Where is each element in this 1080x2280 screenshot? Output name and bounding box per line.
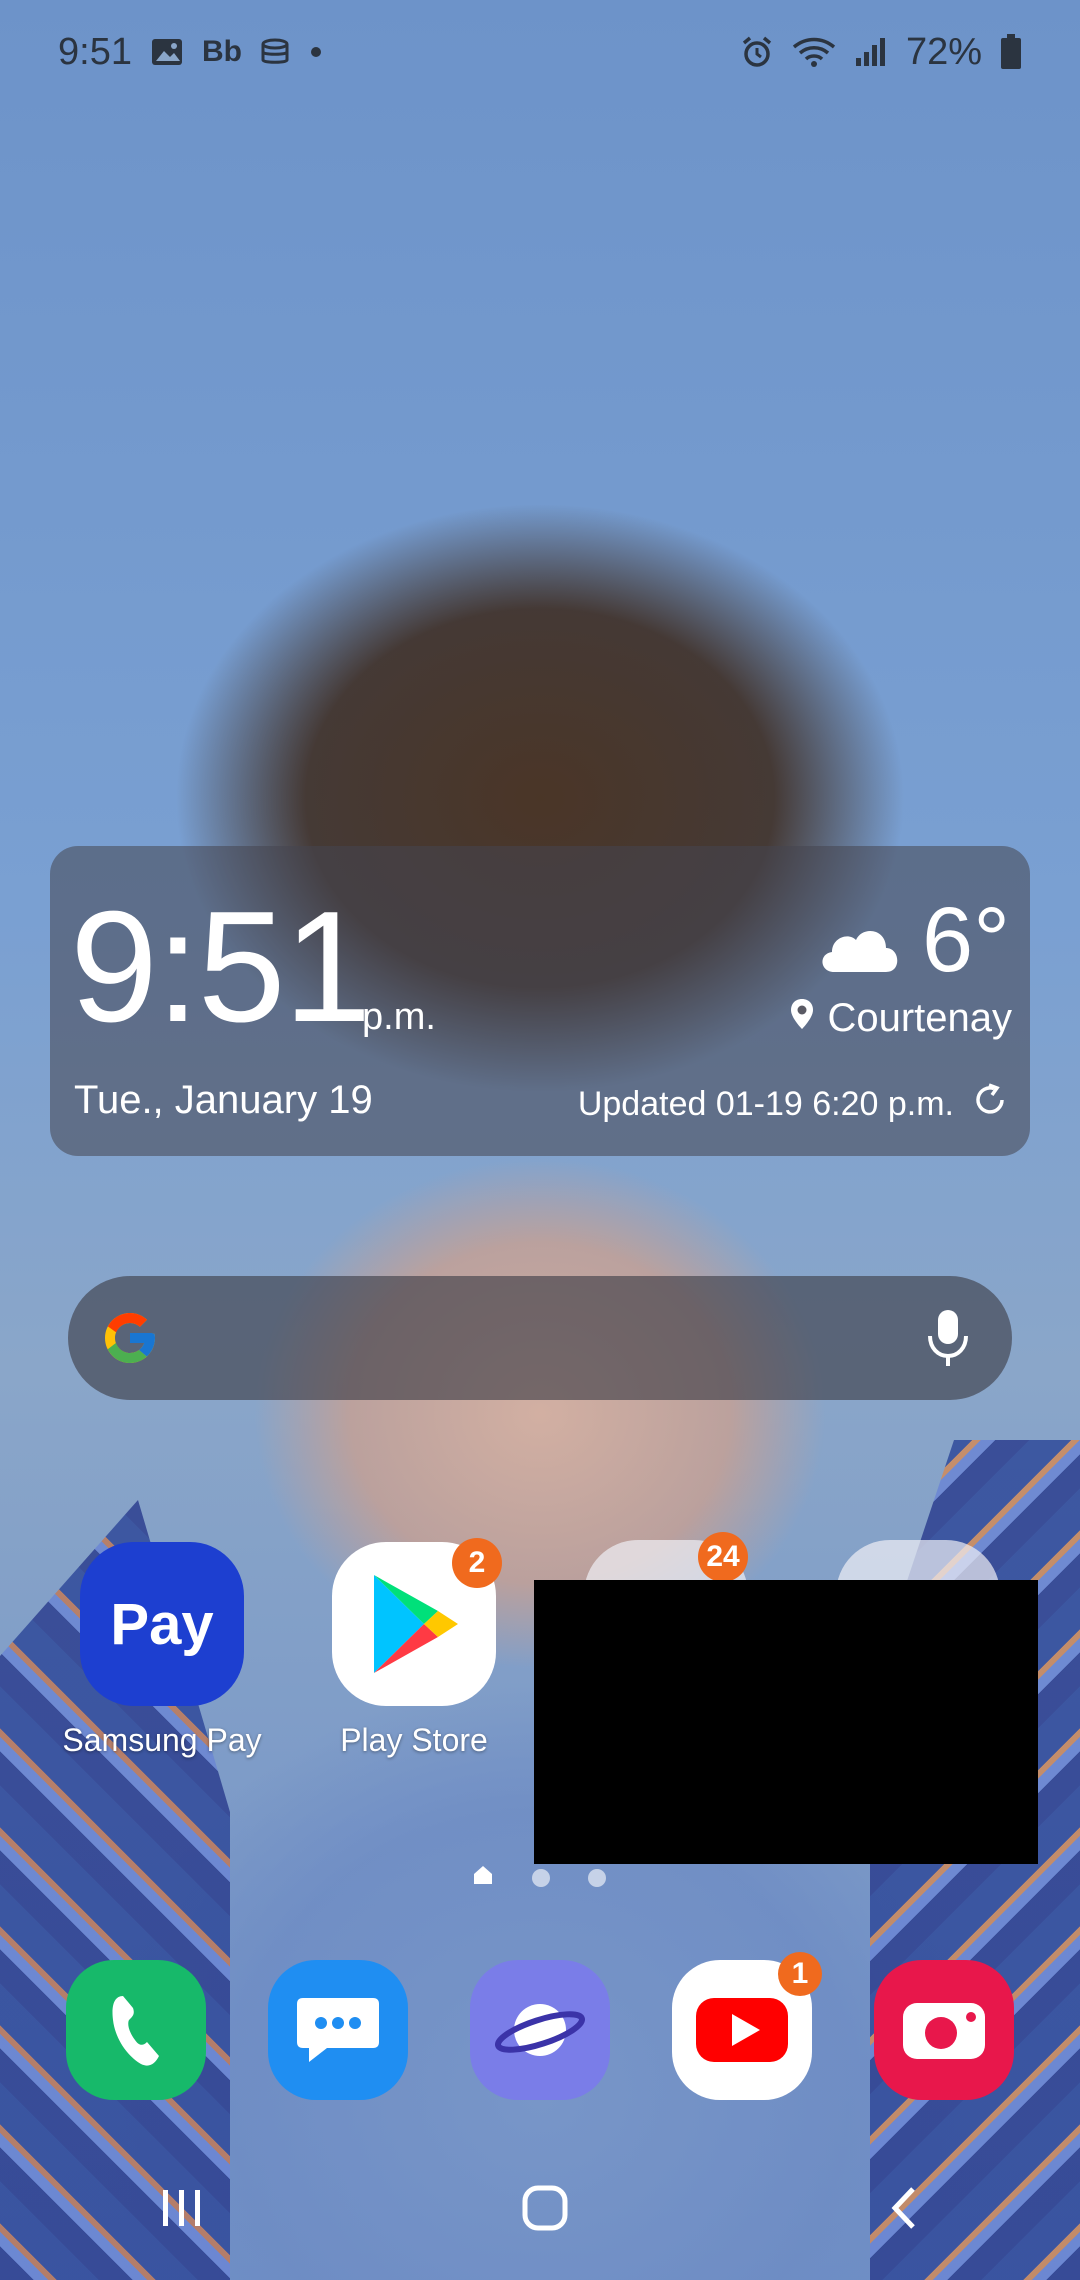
signal-icon — [854, 36, 888, 68]
dock: 1 — [66, 1952, 1014, 2100]
recents-button[interactable] — [157, 2186, 207, 2235]
app-play-store[interactable]: 2 Play Store — [314, 1538, 514, 1759]
samsung-pay-icon: Pay — [80, 1542, 244, 1706]
back-button[interactable] — [883, 2183, 923, 2238]
internet-app-icon[interactable] — [470, 1960, 610, 2100]
app-samsung-pay[interactable]: Pay Samsung Pay — [62, 1542, 262, 1759]
app-label: Samsung Pay — [62, 1722, 262, 1758]
widget-ampm: p.m. — [362, 996, 436, 1038]
battery-percent: 72% — [905, 30, 982, 73]
play-store-icon: 2 — [332, 1538, 502, 1706]
redacted-region — [534, 1580, 1038, 1864]
refresh-icon[interactable] — [972, 1082, 1008, 1127]
storage-icon — [260, 38, 290, 66]
youtube-app-icon[interactable]: 1 — [672, 1952, 822, 2100]
battery-icon — [1000, 34, 1022, 70]
home-button[interactable] — [520, 2183, 570, 2238]
cloud-icon — [814, 894, 904, 991]
google-search-bar[interactable] — [68, 1276, 1012, 1400]
alarm-icon — [740, 35, 774, 69]
weather-updated: Updated 01-19 6:20 p.m. — [578, 1082, 1008, 1127]
messages-app-icon[interactable] — [268, 1960, 408, 2100]
notification-badge: 2 — [452, 1538, 502, 1588]
widget-date: Tue., January 19 — [74, 1078, 373, 1122]
notification-badge: 1 — [778, 1952, 822, 1996]
location-name: Courtenay — [827, 996, 1012, 1040]
status-bar: 9:51 Bb 72% — [58, 28, 1022, 76]
dot-icon — [308, 44, 324, 60]
camera-app-icon[interactable] — [874, 1960, 1014, 2100]
page-dot[interactable] — [532, 1868, 550, 1887]
widget-time: 9:51 — [70, 879, 372, 1055]
updated-text: Updated 01-19 6:20 p.m. — [577, 1085, 954, 1123]
notification-badge: 24 — [698, 1532, 748, 1582]
status-time: 9:51 — [58, 30, 132, 73]
phone-app-icon[interactable] — [66, 1960, 206, 2100]
mic-icon[interactable] — [926, 1306, 970, 1370]
page-indicator — [472, 1864, 606, 1891]
app-label: Play Store — [340, 1722, 488, 1758]
page-dot[interactable] — [588, 1868, 606, 1887]
gallery-icon — [150, 37, 184, 67]
navigation-bar — [0, 2140, 1080, 2280]
widget-temperature: 6° — [922, 889, 1010, 991]
wifi-icon — [792, 35, 836, 69]
location-pin-icon — [789, 996, 815, 1041]
blackboard-icon: Bb — [201, 35, 242, 68]
clock-weather-widget[interactable]: 9:51 p.m. Tue., January 19 6° Courtenay … — [50, 846, 1030, 1156]
google-g-icon — [100, 1308, 160, 1368]
home-page-icon — [472, 1864, 494, 1891]
samsung-pay-icon-text: Pay — [110, 1591, 214, 1657]
weather-temp-group[interactable]: 6° — [814, 894, 1010, 991]
weather-location: Courtenay — [789, 996, 1012, 1041]
